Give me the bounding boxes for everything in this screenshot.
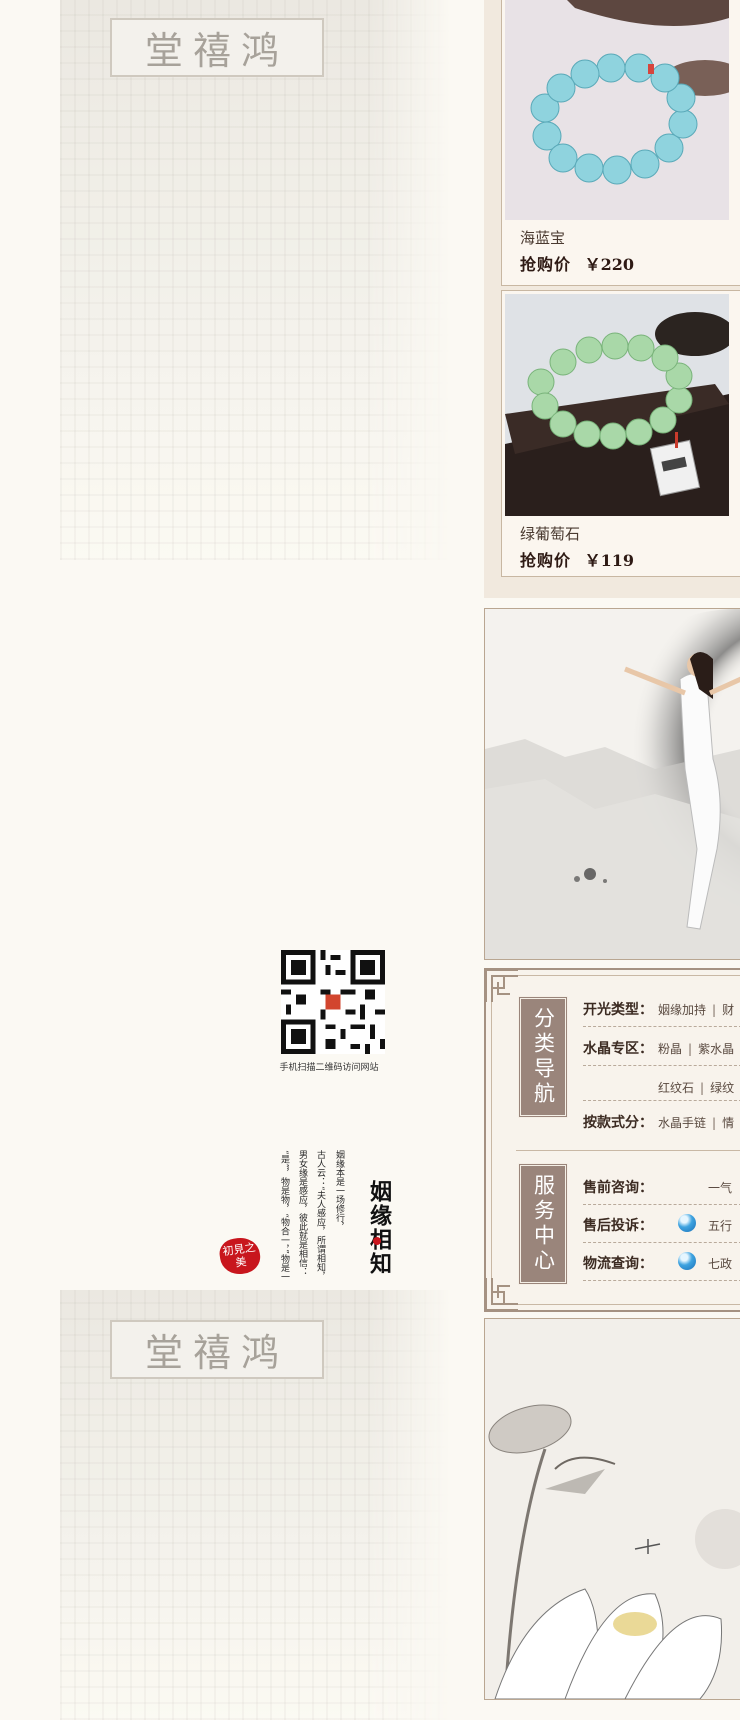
product-name: 海蓝宝 bbox=[520, 229, 566, 247]
service-contact[interactable]: 七政 bbox=[708, 1255, 732, 1272]
category-row: 按款式分： 水晶手链 | 情 bbox=[583, 1101, 740, 1139]
category-link[interactable]: 水晶手链 bbox=[658, 1116, 706, 1130]
category-row-values: 姻缘加持 | 财 bbox=[658, 1003, 735, 1017]
category-row: 红纹石 | 绿纹 bbox=[583, 1066, 740, 1104]
section-divider bbox=[516, 1150, 740, 1151]
product-card[interactable]: 海蓝宝 抢购价 ￥220 bbox=[501, 0, 740, 286]
poem-line: “是”，物是物，“物合一，”物是一 bbox=[279, 1150, 289, 1281]
row-divider bbox=[583, 1100, 740, 1101]
service-row: 售后投诉： 五行 bbox=[583, 1204, 740, 1243]
chat-bubble-icon[interactable] bbox=[678, 1214, 696, 1232]
service-row: 售前咨询： 一气 bbox=[583, 1166, 740, 1205]
service-contact[interactable]: 五行 bbox=[708, 1217, 732, 1234]
poem-line: 古人云：“夫人感应，所谓相知， bbox=[315, 1150, 325, 1281]
fret-corner-icon bbox=[485, 1278, 518, 1311]
category-link[interactable]: 红纹石 bbox=[658, 1081, 694, 1095]
category-row-values: 水晶手链 | 情 bbox=[658, 1116, 735, 1130]
service-row-key: 物流查询： bbox=[583, 1256, 653, 1272]
category-link[interactable]: 情 bbox=[722, 1116, 734, 1130]
category-link[interactable]: 姻缘加持 bbox=[658, 1003, 706, 1017]
fret-corner-icon bbox=[485, 969, 518, 1002]
category-service-panel: 分类导航 开光类型： 姻缘加持 | 财 水晶专区： 粉晶 | 紫水晶 红纹石 | 绿纹 按款… bbox=[484, 968, 740, 1312]
service-contact[interactable]: 一气 bbox=[708, 1179, 732, 1196]
poem-line: 姻缘本是一场修行， bbox=[334, 1150, 344, 1231]
price-value: ￥119 bbox=[584, 551, 634, 570]
poem-title: 姻缘相知 bbox=[366, 1180, 392, 1276]
category-link[interactable]: 财 bbox=[722, 1003, 734, 1017]
qr-caption: 手机扫描二维码访问网站 bbox=[279, 1063, 379, 1073]
service-row: 物流查询： 七政 bbox=[583, 1242, 740, 1281]
yoga-banner-image bbox=[485, 609, 740, 959]
product-name: 绿葡萄石 bbox=[520, 525, 581, 543]
category-link[interactable]: 绿纹 bbox=[710, 1081, 734, 1095]
category-link[interactable]: 粉晶 bbox=[658, 1042, 682, 1056]
price-label: 抢购价 bbox=[520, 255, 572, 274]
category-row: 开光类型： 姻缘加持 | 财 bbox=[583, 988, 740, 1027]
category-nav-tab: 分类导航 bbox=[518, 996, 568, 1118]
service-row-key: 售后投诉： bbox=[583, 1218, 653, 1234]
category-row-key: 水晶专区： bbox=[583, 1041, 653, 1057]
price-label: 抢购价 bbox=[520, 551, 572, 570]
poem-line: 男女缘是感应，彼此就是相信： bbox=[297, 1150, 307, 1276]
qr-block: 手机扫描二维码访问网站 bbox=[278, 950, 388, 1073]
category-row-values: 红纹石 | 绿纹 bbox=[658, 1081, 735, 1095]
yoga-banner[interactable] bbox=[484, 608, 740, 960]
red-seal-stamp: 初見之美 bbox=[217, 1235, 263, 1277]
category-link[interactable]: 紫水晶 bbox=[698, 1042, 734, 1056]
product-price-row: 抢购价 ￥220 bbox=[520, 251, 634, 275]
product-panel: 海蓝宝 抢购价 ￥220 绿葡萄石 抢购价 ￥119 bbox=[484, 0, 740, 598]
right-column: 海蓝宝 抢购价 ￥220 绿葡萄石 抢购价 ￥119 分类导航 开光类型： 姻缘… bbox=[484, 0, 740, 1719]
chat-bubble-icon[interactable] bbox=[678, 1252, 696, 1270]
category-row: 水晶专区： 粉晶 | 紫水晶 bbox=[583, 1027, 740, 1066]
product-price-row: 抢购价 ￥119 bbox=[520, 547, 634, 571]
qr-code[interactable] bbox=[281, 950, 385, 1054]
red-dot-ornament bbox=[373, 1237, 381, 1245]
price-value: ￥220 bbox=[584, 255, 634, 274]
category-row-key: 开光类型： bbox=[583, 1002, 653, 1018]
temple-background-top bbox=[60, 0, 450, 560]
category-row-key: 按款式分： bbox=[583, 1115, 653, 1131]
product-image[interactable] bbox=[505, 294, 729, 516]
lotus-banner-image bbox=[485, 1319, 740, 1699]
service-row-key: 售前咨询： bbox=[583, 1180, 653, 1196]
lotus-banner[interactable] bbox=[484, 1318, 740, 1700]
category-row-values: 粉晶 | 紫水晶 bbox=[658, 1042, 735, 1056]
product-image[interactable] bbox=[505, 0, 729, 220]
product-card[interactable]: 绿葡萄石 抢购价 ￥119 bbox=[501, 290, 740, 577]
service-center-tab: 服务中心 bbox=[518, 1163, 568, 1285]
temple-plaque-top: 堂禧鸿 bbox=[110, 18, 324, 77]
